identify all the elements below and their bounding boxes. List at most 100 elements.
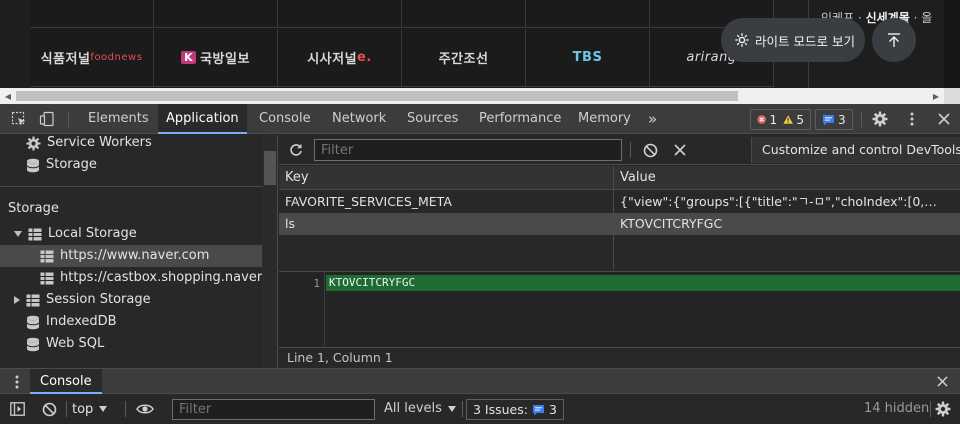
web-page-viewport: 식품저널 foodnews K 국방일보 시사저널 e. 주간조선 TBS ar…: [0, 0, 960, 104]
press-cell-tbs[interactable]: TBS: [526, 29, 650, 87]
gear-icon: [26, 135, 41, 151]
expand-arrow-icon[interactable]: [14, 296, 20, 304]
press-logo-grid: 식품저널 foodnews K 국방일보 시사저널 e. 주간조선 TBS ar…: [30, 0, 808, 88]
storage-table: Key Value FAVORITE_SERVICES_META {"view"…: [279, 166, 960, 270]
scrollbar-thumb[interactable]: [16, 91, 738, 101]
console-filter-input[interactable]: [172, 399, 375, 420]
show-sidebar-icon[interactable]: [8, 394, 26, 424]
press-cell[interactable]: [154, 0, 278, 28]
press-logo: 국방일보: [200, 52, 250, 67]
sidebar-section-storage: Storage: [8, 201, 59, 216]
context-selector[interactable]: top: [72, 400, 108, 418]
table-cell-key[interactable]: FAVORITE_SERVICES_META: [279, 191, 613, 213]
drawer-tab-bar: Console: [0, 368, 960, 394]
press-cell[interactable]: [402, 0, 526, 28]
press-logo: TBS: [572, 50, 603, 65]
press-cell-kookbang[interactable]: K 국방일보: [154, 29, 278, 87]
drawer-tab-console[interactable]: Console: [30, 369, 102, 394]
editor-line[interactable]: KTOVCITCRYFGC: [326, 275, 960, 291]
more-tabs-icon[interactable]: »: [648, 104, 657, 134]
console-settings-gear-icon[interactable]: [933, 394, 953, 424]
errors-warnings-badge[interactable]: 1 5: [750, 109, 811, 130]
tab-application[interactable]: Application: [158, 104, 247, 134]
refresh-icon[interactable]: [287, 135, 305, 165]
tab-memory[interactable]: Memory: [578, 104, 631, 134]
sidebar-scrollbar-thumb[interactable]: [264, 151, 276, 185]
light-mode-label: 라이트 모드로 보기: [755, 33, 855, 49]
settings-gear-icon[interactable]: [869, 104, 891, 134]
clear-all-icon[interactable]: [641, 135, 659, 165]
press-logo: 식품저널: [40, 52, 91, 67]
tab-network[interactable]: Network: [332, 104, 386, 134]
tab-performance[interactable]: Performance: [479, 104, 561, 134]
database-icon: [26, 158, 40, 172]
live-expression-eye-icon[interactable]: [134, 394, 156, 424]
tab-console[interactable]: Console: [259, 104, 311, 134]
device-toolbar-icon[interactable]: [36, 104, 58, 134]
press-logo: 주간조선: [438, 52, 489, 67]
messages-badge[interactable]: 3: [815, 109, 853, 130]
table-grid-icon: [40, 272, 54, 284]
sidebar-item-label: Storage: [46, 157, 97, 172]
log-levels-label: All levels: [384, 401, 442, 416]
more-options-icon[interactable]: [902, 104, 922, 134]
tab-elements[interactable]: Elements: [88, 104, 149, 134]
column-divider[interactable]: [613, 166, 614, 270]
scroll-right-arrow-icon[interactable]: ▶: [928, 88, 944, 104]
devtools-panel: Elements Application Console Network Sou…: [0, 104, 960, 424]
sidebar-scrollbar[interactable]: [262, 135, 277, 368]
column-header-key[interactable]: Key: [279, 166, 613, 190]
table-cell-value[interactable]: {"view":{"groups":[{"title":"ㄱ-ㅁ","choIn…: [614, 191, 942, 213]
page-horizontal-scrollbar[interactable]: ◀ ▶: [0, 88, 944, 104]
sidebar-item-storage-overview[interactable]: Storage: [26, 154, 97, 176]
sidebar-item-label: Session Storage: [46, 292, 151, 307]
message-icon: [823, 114, 834, 125]
editor-status-bar: Line 1, Column 1: [279, 347, 960, 368]
sidebar-item-service-workers[interactable]: Service Workers: [26, 135, 152, 154]
sidebar-item-session-storage[interactable]: Session Storage: [14, 289, 151, 311]
page-vertical-scrollbar[interactable]: [944, 0, 960, 88]
press-cell-weeklychosun[interactable]: 주간조선: [402, 29, 526, 87]
press-cell[interactable]: [526, 0, 650, 28]
press-logo-suffix: e.: [357, 50, 372, 65]
customize-devtools-tooltip: Customize and control DevTools: [751, 137, 960, 163]
tab-sources[interactable]: Sources: [407, 104, 458, 134]
sidebar-item-indexeddb[interactable]: IndexedDB: [26, 311, 117, 333]
scroll-left-arrow-icon[interactable]: ◀: [0, 88, 16, 104]
storage-filter-input[interactable]: [314, 139, 622, 161]
press-cell[interactable]: [30, 0, 154, 28]
value-editor[interactable]: 1 KTOVCITCRYFGC: [279, 271, 960, 348]
press-cell-foodjournal[interactable]: 식품저널 foodnews: [30, 29, 154, 87]
expand-arrow-icon[interactable]: [14, 231, 22, 237]
close-drawer-icon[interactable]: [932, 369, 952, 394]
table-grid-icon: [26, 294, 40, 306]
sidebar-item-label: https://www.naver.com: [60, 248, 210, 263]
press-cell[interactable]: [278, 0, 402, 28]
sidebar-item-label: Service Workers: [47, 135, 152, 150]
inspect-element-icon[interactable]: [8, 104, 30, 134]
table-cell-key[interactable]: ls: [279, 213, 613, 235]
close-devtools-icon[interactable]: [934, 104, 954, 134]
sun-icon: [735, 33, 749, 47]
hidden-messages-count: 14 hidden: [864, 401, 930, 416]
press-logo: 시사저널: [307, 52, 358, 67]
drawer-menu-icon[interactable]: [8, 369, 26, 394]
press-cell-sisajournal[interactable]: 시사저널 e.: [278, 29, 402, 87]
column-header-value[interactable]: Value: [614, 166, 960, 190]
light-mode-button[interactable]: 라이트 모드로 보기: [721, 18, 865, 62]
clear-console-icon[interactable]: [40, 394, 58, 424]
sidebar-item-websql[interactable]: Web SQL: [26, 333, 104, 355]
scroll-to-top-button[interactable]: [872, 18, 916, 62]
log-levels-dropdown[interactable]: All levels: [384, 399, 456, 419]
delete-selected-icon[interactable]: [671, 135, 689, 165]
message-count: 3: [838, 112, 846, 127]
editor-gutter: 1: [279, 272, 325, 348]
issues-button[interactable]: 3 Issues: 3: [466, 399, 564, 420]
application-sidebar: Service Workers Storage Storage Local St…: [0, 135, 278, 368]
sidebar-item-origin-naver[interactable]: https://www.naver.com: [0, 245, 262, 267]
sidebar-item-origin-castbox[interactable]: https://castbox.shopping.naver.com: [40, 267, 262, 289]
scroll-corner: [944, 88, 960, 104]
toolbar-separator: [630, 142, 631, 158]
table-cell-value[interactable]: KTOVCITCRYFGC: [614, 213, 942, 235]
sidebar-item-local-storage[interactable]: Local Storage: [14, 223, 137, 245]
